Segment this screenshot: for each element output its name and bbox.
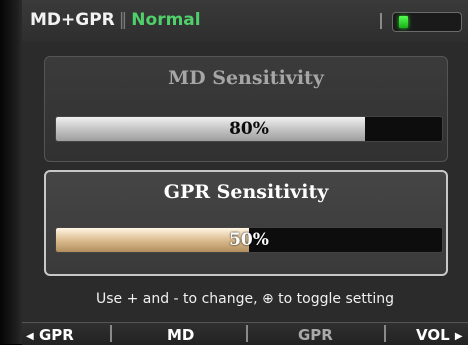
status-divider: [380, 13, 382, 29]
md-sensitivity-value: 80%: [229, 119, 269, 139]
screen-bezel: [0, 0, 22, 344]
mode-label: MD+GPR: [30, 10, 115, 30]
softkey-label: GPR: [298, 326, 333, 344]
softkey-bar: ◀ GPR MD GPR VOL ▶: [22, 322, 468, 345]
arrow-left-icon: ◀: [26, 331, 34, 342]
state-label: Normal: [131, 10, 201, 30]
md-sensitivity-setting[interactable]: MD Sensitivity 80%: [44, 56, 448, 162]
softkey-md[interactable]: MD: [167, 326, 194, 344]
softkey-vol[interactable]: VOL ▶: [416, 326, 463, 344]
help-text: Use + and - to change, ⊕ to toggle setti…: [95, 291, 394, 307]
main-panel: MD+GPR ‖ Normal MD Sensitivity 80% GPR Sen…: [22, 0, 468, 345]
softkey-divider: [384, 325, 386, 342]
status-bar: MD+GPR ‖ Normal: [22, 0, 468, 42]
battery-level: [399, 16, 408, 28]
mode-indicator: MD+GPR ‖ Normal: [30, 10, 201, 30]
gpr-sensitivity-title: GPR Sensitivity: [163, 181, 329, 203]
gpr-sensitivity-setting[interactable]: GPR Sensitivity 50%: [44, 170, 448, 276]
gpr-sensitivity-value: 50%: [229, 230, 269, 250]
arrow-right-icon: ▶: [454, 331, 463, 342]
softkey-label: VOL: [416, 326, 450, 344]
device-screen: MD+GPR ‖ Normal MD Sensitivity 80% GPR Sen…: [0, 0, 468, 345]
md-sensitivity-bar[interactable]: 80%: [55, 116, 443, 142]
mode-separator: ‖: [118, 10, 128, 30]
softkey-label: GPR: [38, 326, 74, 344]
softkey-gpr-left[interactable]: ◀ GPR: [26, 326, 74, 344]
battery-icon: [392, 12, 462, 32]
softkey-label: MD: [167, 326, 195, 344]
softkey-divider: [110, 325, 112, 342]
md-sensitivity-title: MD Sensitivity: [168, 67, 324, 89]
softkey-gpr[interactable]: GPR: [298, 326, 333, 344]
gpr-sensitivity-bar[interactable]: 50%: [55, 227, 443, 253]
softkey-divider: [246, 325, 248, 342]
